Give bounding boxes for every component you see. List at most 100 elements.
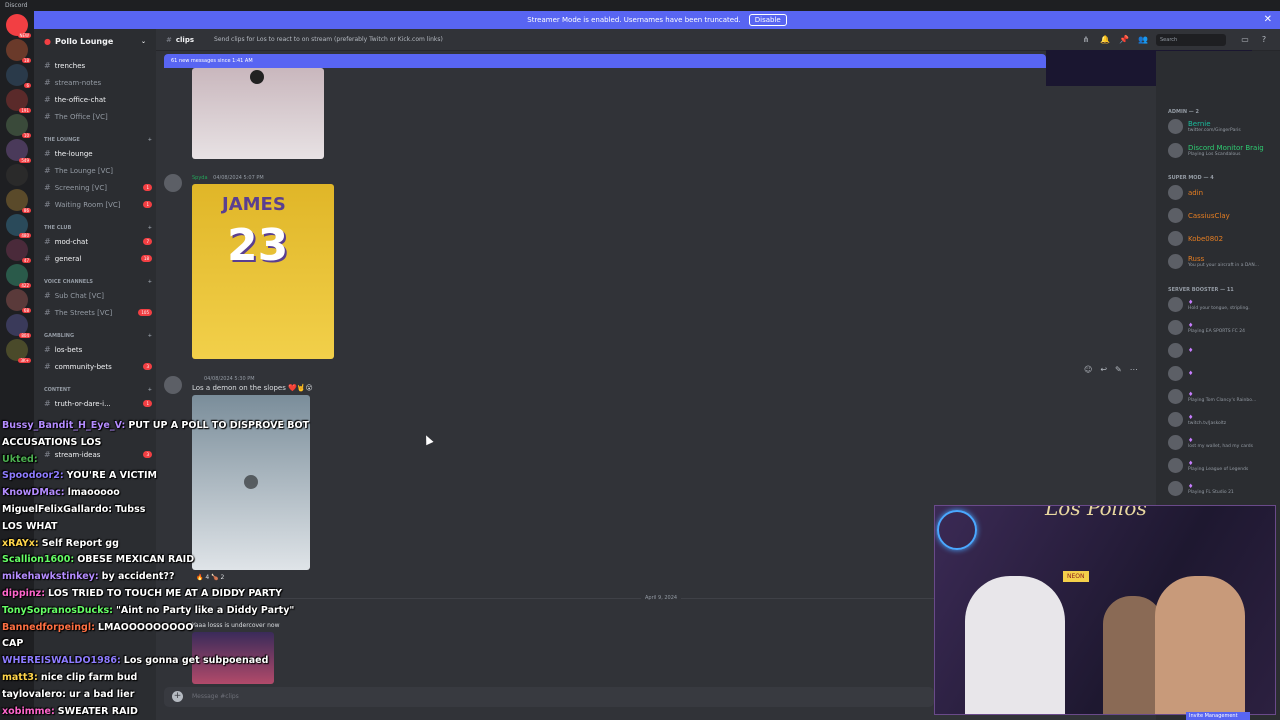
member-item[interactable]: ♦ lost my wallet, had my cards bbox=[1168, 435, 1278, 450]
channel-category[interactable]: THE LOUNGE + bbox=[44, 137, 152, 143]
sidebar-channel[interactable]: # The Office [VC] bbox=[44, 112, 152, 121]
member-item[interactable]: ♦ bbox=[1168, 366, 1278, 381]
stream-chat-line: MiguelFelixGallardo: Tubss bbox=[2, 502, 312, 519]
add-channel-icon[interactable]: + bbox=[148, 225, 152, 231]
chat-message: SWEATER RAID bbox=[57, 705, 138, 717]
help-icon[interactable]: ? bbox=[1259, 35, 1269, 45]
member-item[interactable]: ♦ Playing FL Studio 21 bbox=[1168, 481, 1278, 496]
server-badge: 422 bbox=[19, 283, 31, 288]
server-icon[interactable]: 68 bbox=[6, 289, 31, 313]
member-item[interactable]: ♦ Playing League of Legends bbox=[1168, 458, 1278, 473]
sidebar-channel[interactable]: # community-bets 3 bbox=[44, 362, 152, 371]
server-icon[interactable]: 47 bbox=[6, 239, 31, 263]
stream-chat-line: xRAYx: Self Report gg bbox=[2, 536, 312, 553]
channel-label: The Lounge [VC] bbox=[54, 166, 113, 175]
chat-message: Los gonna get subpoenaed bbox=[123, 655, 269, 667]
invite-management-button[interactable]: Invite Management bbox=[1186, 712, 1250, 720]
avatar bbox=[1168, 185, 1183, 200]
unread-badge: 1 bbox=[143, 201, 152, 208]
sidebar-channel[interactable]: # the-lounge bbox=[44, 149, 152, 158]
server-icon[interactable]: 86 bbox=[6, 189, 31, 213]
channel-header: # clips Send clips for Los to react to o… bbox=[156, 29, 1280, 51]
clip-thumbnail-1[interactable] bbox=[192, 68, 324, 159]
chat-username: xRAYx: bbox=[2, 537, 39, 549]
hash-icon: # bbox=[44, 237, 51, 246]
sidebar-channel[interactable]: # Waiting Room [VC] 1 bbox=[44, 200, 152, 209]
pin-icon[interactable]: 📌 bbox=[1119, 35, 1129, 45]
avatar[interactable] bbox=[164, 376, 182, 394]
member-item[interactable]: ♦ Playing EA SPORTS FC 24 bbox=[1168, 320, 1278, 335]
server-icon[interactable]: 549 bbox=[6, 139, 31, 163]
server-icon[interactable]: 18 bbox=[6, 39, 31, 63]
add-channel-icon[interactable]: + bbox=[148, 333, 152, 339]
server-icon[interactable]: 480 bbox=[6, 214, 31, 238]
server-icon[interactable]: 191 bbox=[6, 89, 31, 113]
avatar bbox=[1168, 435, 1183, 450]
server-icon[interactable]: 804 bbox=[6, 314, 31, 338]
username[interactable]: Spyda bbox=[192, 175, 208, 181]
channel-category[interactable]: CONTENT + bbox=[44, 387, 152, 393]
sidebar-channel[interactable]: # mod-chat 7 bbox=[44, 237, 152, 246]
member-item[interactable]: CassiusClay bbox=[1168, 208, 1278, 223]
member-name: adin bbox=[1188, 188, 1204, 197]
react-icon[interactable]: ☺ bbox=[1084, 365, 1092, 374]
member-item[interactable]: Discord Monitor Braig Playing Los Scandal… bbox=[1168, 143, 1278, 158]
search-input[interactable]: Search bbox=[1156, 34, 1226, 46]
avatar[interactable] bbox=[164, 174, 182, 192]
inbox-icon[interactable]: ▭ bbox=[1240, 35, 1250, 45]
add-channel-icon[interactable]: + bbox=[148, 279, 152, 285]
sidebar-channel[interactable]: # trenches bbox=[44, 61, 152, 70]
channel-category[interactable]: VOICE CHANNELS + bbox=[44, 279, 152, 285]
sidebar-channel[interactable]: # stream-notes bbox=[44, 78, 152, 87]
threads-icon[interactable]: ⋔ bbox=[1081, 35, 1091, 45]
chat-message: nice clip farm bud bbox=[40, 671, 138, 683]
streamer-mode-banner: Streamer Mode is enabled. Usernames have… bbox=[34, 11, 1280, 29]
reply-icon[interactable]: ↩ bbox=[1100, 365, 1107, 374]
member-item[interactable]: Russ You put your aircraft in a DAN... bbox=[1168, 254, 1278, 269]
sidebar-channel[interactable]: # The Streets [VC] 105 bbox=[44, 308, 152, 317]
member-item[interactable]: ♦ Hold your tongue, stripling. bbox=[1168, 297, 1278, 312]
clip-thumbnail-2[interactable]: JAMES 23 bbox=[192, 184, 334, 359]
add-channel-icon[interactable]: + bbox=[148, 387, 152, 393]
channel-category[interactable]: GAMBLING + bbox=[44, 333, 152, 339]
member-name: CassiusClay bbox=[1188, 211, 1230, 220]
channel-label: truth-or-dare-i... bbox=[54, 399, 111, 408]
server-badge: 86 bbox=[21, 208, 31, 213]
new-messages-bar[interactable]: 61 new messages since 1:41 AM bbox=[164, 54, 1046, 68]
avatar bbox=[1168, 208, 1183, 223]
server-header[interactable]: ● Pollo Lounge ⌄ bbox=[34, 29, 156, 53]
sidebar-channel[interactable]: # Sub Chat [VC] bbox=[44, 291, 152, 300]
server-icon[interactable]: NEW bbox=[6, 14, 31, 38]
close-icon[interactable]: ✕ bbox=[1264, 14, 1272, 25]
notifications-icon[interactable]: 🔔 bbox=[1100, 35, 1110, 45]
sidebar-channel[interactable]: # truth-or-dare-i... 1 bbox=[44, 399, 152, 408]
stream-chat-line: taylovalero: ur a bad lier bbox=[2, 687, 312, 704]
sidebar-channel[interactable]: # the-office-chat bbox=[44, 95, 152, 104]
member-text: Bernie twitter.com/GingerParis bbox=[1188, 120, 1241, 133]
server-icon[interactable]: 10 bbox=[6, 114, 31, 138]
channel-label: stream-notes bbox=[54, 78, 102, 87]
server-icon[interactable] bbox=[6, 164, 28, 186]
member-item[interactable]: Kobe0802 bbox=[1168, 231, 1278, 246]
member-item[interactable]: ♦ bbox=[1168, 343, 1278, 358]
server-icon[interactable]: 3K+ bbox=[6, 339, 31, 363]
member-item[interactable]: adin bbox=[1168, 185, 1278, 200]
member-item[interactable]: Bernie twitter.com/GingerParis bbox=[1168, 119, 1278, 134]
edit-icon[interactable]: ✎ bbox=[1115, 365, 1122, 374]
member-status: Playing League of Legends bbox=[1188, 466, 1249, 472]
channel-category[interactable]: THE CLUB + bbox=[44, 225, 152, 231]
disable-streamer-mode-button[interactable]: Disable bbox=[748, 14, 787, 26]
sidebar-channel[interactable]: # los-bets bbox=[44, 345, 152, 354]
sidebar-channel[interactable]: # Screening [VC] 1 bbox=[44, 183, 152, 192]
server-icon[interactable]: 6 bbox=[6, 64, 31, 88]
sidebar-channel[interactable]: # The Lounge [VC] bbox=[44, 166, 152, 175]
server-icon[interactable]: 422 bbox=[6, 264, 31, 288]
hash-icon: # bbox=[44, 95, 51, 104]
more-icon[interactable]: ⋯ bbox=[1130, 365, 1138, 374]
add-channel-icon[interactable]: + bbox=[148, 137, 152, 143]
members-icon[interactable]: 👥 bbox=[1138, 35, 1148, 45]
member-item[interactable]: ♦ twitch.tv/Jaskoltz bbox=[1168, 412, 1278, 427]
neon-sign: NEON bbox=[1063, 571, 1089, 582]
sidebar-channel[interactable]: # general 18 bbox=[44, 254, 152, 263]
member-item[interactable]: ♦ Playing Tom Clancy's Rainbo... bbox=[1168, 389, 1278, 404]
